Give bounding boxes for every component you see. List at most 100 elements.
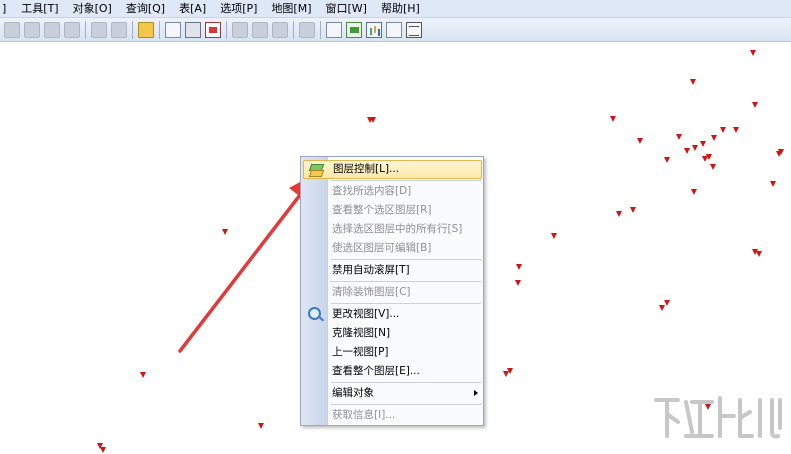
layout-icon[interactable]: [386, 21, 402, 38]
menu-separator: [331, 259, 481, 260]
map-point-marker[interactable]: [720, 127, 726, 133]
map-point-marker[interactable]: [258, 423, 264, 429]
menu-clone-view[interactable]: 克隆视图[N]: [303, 324, 482, 343]
toolbar-separator: [320, 20, 321, 39]
toolbar-separator: [85, 20, 86, 39]
menu-item-tools[interactable]: 工具[T]: [14, 0, 65, 17]
map-point-marker[interactable]: [676, 134, 682, 140]
menu-disable-autoscroll[interactable]: 禁用自动滚屏[T]: [303, 261, 482, 280]
print-icon[interactable]: [185, 21, 201, 38]
map-point-marker[interactable]: [756, 251, 762, 257]
map-point-marker[interactable]: [659, 305, 665, 311]
map-point-marker[interactable]: [515, 280, 521, 286]
menu-item-query[interactable]: 查询[Q]: [119, 0, 172, 17]
zoom-in-icon[interactable]: [44, 21, 60, 38]
menu-label: 查看整个图层[E]...: [332, 365, 420, 377]
menu-label: 上一视图[P]: [332, 346, 389, 358]
map-point-marker[interactable]: [503, 371, 509, 377]
open-folder-icon[interactable]: [138, 21, 154, 38]
menu-make-editable[interactable]: 使选区图层可编辑[B]: [303, 239, 482, 258]
map-point-marker[interactable]: [551, 233, 557, 239]
graph-icon[interactable]: [366, 21, 382, 38]
map-point-marker[interactable]: [616, 211, 622, 217]
map-point-marker[interactable]: [664, 157, 670, 163]
menu-get-info[interactable]: 获取信息[I]...: [303, 406, 482, 425]
menu-label: 禁用自动滚屏[T]: [332, 264, 410, 276]
menu-separator: [331, 382, 481, 383]
menu-previous-view[interactable]: 上一视图[P]: [303, 343, 482, 362]
save-copy-icon[interactable]: [111, 21, 127, 38]
menu-label: 查找所选内容[D]: [332, 185, 412, 197]
map-point-marker[interactable]: [610, 116, 616, 122]
map-point-marker[interactable]: [752, 102, 758, 108]
map-point-marker[interactable]: [750, 50, 756, 56]
menu-separator: [331, 404, 481, 405]
copy-icon[interactable]: [252, 21, 268, 38]
map-point-marker[interactable]: [222, 229, 228, 235]
paste-icon[interactable]: [272, 21, 288, 38]
menu-view-entire-layer[interactable]: 查看整个图层[E]...: [303, 362, 482, 381]
pdf-icon[interactable]: [205, 21, 221, 38]
menu-separator: [331, 303, 481, 304]
layers-icon: [309, 163, 323, 177]
map-point-marker[interactable]: [691, 189, 697, 195]
menu-label: 获取信息[I]...: [332, 409, 396, 421]
table-icon[interactable]: [326, 21, 342, 38]
grid-icon[interactable]: [406, 21, 422, 38]
menu-separator: [331, 281, 481, 282]
menu-label: 选择选区图层中的所有行[S]: [332, 223, 463, 235]
toolbar-separator: [226, 20, 227, 39]
map-point-marker[interactable]: [710, 164, 716, 170]
menu-item-objects[interactable]: 对象[O]: [66, 0, 119, 17]
menu-edit-objects[interactable]: 编辑对象: [303, 384, 482, 403]
map-point-marker[interactable]: [684, 148, 690, 154]
save-icon[interactable]: [91, 21, 107, 38]
map-point-marker[interactable]: [370, 117, 376, 123]
menu-find-selection[interactable]: 查找所选内容[D]: [303, 182, 482, 201]
undo-icon[interactable]: [299, 21, 315, 38]
menu-label: 使选区图层可编辑[B]: [332, 242, 432, 254]
map-point-marker[interactable]: [733, 127, 739, 133]
menu-label: 克隆视图[N]: [332, 327, 391, 339]
menu-item-help[interactable]: 帮助[H]: [374, 0, 427, 17]
menu-separator: [331, 180, 481, 181]
toolbar: [0, 18, 791, 42]
menu-label: 图层控制[L]...: [333, 163, 400, 175]
map-point-marker[interactable]: [778, 149, 784, 155]
map-point-marker[interactable]: [140, 372, 146, 378]
menu-item-table[interactable]: 表[A]: [172, 0, 213, 17]
toolbar-separator: [159, 20, 160, 39]
menu-layer-control[interactable]: 图层控制[L]...: [303, 160, 482, 179]
menu-label: 编辑对象: [332, 387, 374, 399]
print-preview-icon[interactable]: [165, 21, 181, 38]
menu-item-options[interactable]: 选项[P]: [213, 0, 264, 17]
menu-clear-cosmetic[interactable]: 清除装饰图层[C]: [303, 283, 482, 302]
toolbar-separator: [132, 20, 133, 39]
zoom-icon: [308, 307, 321, 320]
map-point-marker[interactable]: [100, 447, 106, 453]
pan-icon[interactable]: [4, 21, 20, 38]
map-point-marker[interactable]: [711, 135, 717, 141]
menu-item-map[interactable]: 地图[M]: [264, 0, 318, 17]
menu-change-view[interactable]: 更改视图[V]...: [303, 305, 482, 324]
menu-item-window[interactable]: 窗口[W]: [319, 0, 374, 17]
submenu-arrow-icon: [474, 390, 478, 396]
map-point-marker[interactable]: [690, 79, 696, 85]
zoom-out-icon[interactable]: [64, 21, 80, 38]
watermark-logo: [654, 396, 782, 439]
map-point-marker[interactable]: [692, 145, 698, 151]
map-point-marker[interactable]: [637, 138, 643, 144]
context-menu: 图层控制[L]... 查找所选内容[D] 查看整个选区图层[R] 选择选区图层中…: [300, 156, 484, 426]
map-point-marker[interactable]: [706, 154, 712, 160]
map-point-marker[interactable]: [516, 264, 522, 270]
menu-view-selection-layer[interactable]: 查看整个选区图层[R]: [303, 201, 482, 220]
map-point-marker[interactable]: [630, 207, 636, 213]
menu-select-all-rows[interactable]: 选择选区图层中的所有行[S]: [303, 220, 482, 239]
toolbar-separator: [293, 20, 294, 39]
chart-icon[interactable]: [346, 21, 362, 38]
select-icon[interactable]: [24, 21, 40, 38]
map-point-marker[interactable]: [770, 181, 776, 187]
cut-icon[interactable]: [232, 21, 248, 38]
menu-item-partial[interactable]: ]: [0, 0, 14, 17]
map-point-marker[interactable]: [700, 141, 706, 147]
